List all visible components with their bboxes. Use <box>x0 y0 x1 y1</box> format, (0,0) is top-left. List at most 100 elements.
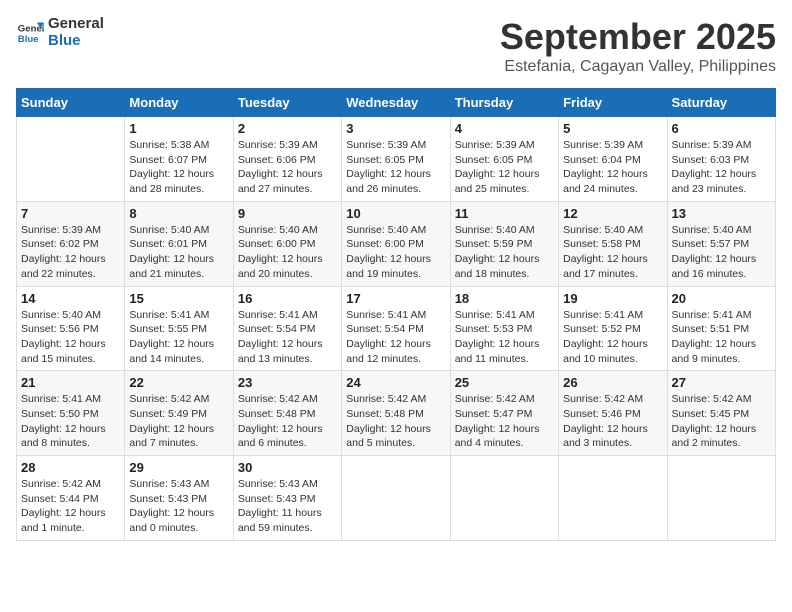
day-number: 25 <box>455 375 554 390</box>
day-number: 30 <box>238 460 337 475</box>
day-number: 14 <box>21 291 120 306</box>
day-cell: 21 Sunrise: 5:41 AMSunset: 5:50 PMDayligh… <box>17 371 125 456</box>
day-info: Sunrise: 5:40 AMSunset: 5:56 PMDaylight:… <box>21 308 120 367</box>
day-number: 2 <box>238 121 337 136</box>
day-info: Sunrise: 5:41 AMSunset: 5:50 PMDaylight:… <box>21 392 120 451</box>
calendar-table: SundayMondayTuesdayWednesdayThursdayFrid… <box>16 88 776 541</box>
day-cell: 10 Sunrise: 5:40 AMSunset: 6:00 PMDayligh… <box>342 201 450 286</box>
day-cell <box>667 456 775 541</box>
day-cell: 18 Sunrise: 5:41 AMSunset: 5:53 PMDayligh… <box>450 286 558 371</box>
day-number: 3 <box>346 121 445 136</box>
day-cell: 9 Sunrise: 5:40 AMSunset: 6:00 PMDaylight… <box>233 201 341 286</box>
day-number: 16 <box>238 291 337 306</box>
day-number: 8 <box>129 206 228 221</box>
day-info: Sunrise: 5:40 AMSunset: 6:00 PMDaylight:… <box>346 223 445 282</box>
day-cell: 11 Sunrise: 5:40 AMSunset: 5:59 PMDayligh… <box>450 201 558 286</box>
day-info: Sunrise: 5:38 AMSunset: 6:07 PMDaylight:… <box>129 138 228 197</box>
day-info: Sunrise: 5:41 AMSunset: 5:55 PMDaylight:… <box>129 308 228 367</box>
day-number: 19 <box>563 291 662 306</box>
day-number: 12 <box>563 206 662 221</box>
day-number: 11 <box>455 206 554 221</box>
day-cell: 12 Sunrise: 5:40 AMSunset: 5:58 PMDayligh… <box>559 201 667 286</box>
day-cell: 19 Sunrise: 5:41 AMSunset: 5:52 PMDayligh… <box>559 286 667 371</box>
day-number: 18 <box>455 291 554 306</box>
day-info: Sunrise: 5:41 AMSunset: 5:54 PMDaylight:… <box>346 308 445 367</box>
day-info: Sunrise: 5:39 AMSunset: 6:03 PMDaylight:… <box>672 138 771 197</box>
day-info: Sunrise: 5:39 AMSunset: 6:06 PMDaylight:… <box>238 138 337 197</box>
weekday-header-saturday: Saturday <box>667 89 775 117</box>
day-cell: 1 Sunrise: 5:38 AMSunset: 6:07 PMDaylight… <box>125 117 233 202</box>
day-number: 22 <box>129 375 228 390</box>
weekday-header-thursday: Thursday <box>450 89 558 117</box>
day-cell: 30 Sunrise: 5:43 AMSunset: 5:43 PMDayligh… <box>233 456 341 541</box>
day-number: 13 <box>672 206 771 221</box>
day-number: 28 <box>21 460 120 475</box>
day-number: 7 <box>21 206 120 221</box>
day-info: Sunrise: 5:43 AMSunset: 5:43 PMDaylight:… <box>129 477 228 536</box>
day-number: 24 <box>346 375 445 390</box>
main-title: September 2025 <box>500 16 776 58</box>
logo-line1: General <box>48 16 104 33</box>
day-number: 9 <box>238 206 337 221</box>
logo: General Blue General Blue <box>16 16 104 49</box>
day-cell: 26Sunrise: 5:42 AMSunset: 5:46 PMDayligh… <box>559 371 667 456</box>
day-number: 21 <box>21 375 120 390</box>
day-number: 15 <box>129 291 228 306</box>
week-row-1: 1 Sunrise: 5:38 AMSunset: 6:07 PMDaylight… <box>17 117 776 202</box>
header: General Blue General Blue September 2025… <box>16 16 776 76</box>
day-cell: 16 Sunrise: 5:41 AMSunset: 5:54 PMDayligh… <box>233 286 341 371</box>
day-info: Sunrise: 5:42 AMSunset: 5:48 PMDaylight:… <box>238 392 337 451</box>
logo-line2: Blue <box>48 33 104 50</box>
day-cell: 23 Sunrise: 5:42 AMSunset: 5:48 PMDayligh… <box>233 371 341 456</box>
day-info: Sunrise: 5:41 AMSunset: 5:52 PMDaylight:… <box>563 308 662 367</box>
weekday-header-sunday: Sunday <box>17 89 125 117</box>
day-cell: 15 Sunrise: 5:41 AMSunset: 5:55 PMDayligh… <box>125 286 233 371</box>
day-info: Sunrise: 5:41 AMSunset: 5:53 PMDaylight:… <box>455 308 554 367</box>
weekday-header-tuesday: Tuesday <box>233 89 341 117</box>
day-cell: 17 Sunrise: 5:41 AMSunset: 5:54 PMDayligh… <box>342 286 450 371</box>
svg-text:Blue: Blue <box>18 33 39 44</box>
day-number: 1 <box>129 121 228 136</box>
day-cell: 5Sunrise: 5:39 AMSunset: 6:04 PMDaylight… <box>559 117 667 202</box>
day-cell <box>559 456 667 541</box>
day-info: Sunrise: 5:40 AMSunset: 5:59 PMDaylight:… <box>455 223 554 282</box>
day-cell: 14 Sunrise: 5:40 AMSunset: 5:56 PMDayligh… <box>17 286 125 371</box>
day-cell: 25 Sunrise: 5:42 AMSunset: 5:47 PMDayligh… <box>450 371 558 456</box>
day-cell <box>342 456 450 541</box>
week-row-3: 14 Sunrise: 5:40 AMSunset: 5:56 PMDayligh… <box>17 286 776 371</box>
weekday-header-friday: Friday <box>559 89 667 117</box>
day-cell: 29 Sunrise: 5:43 AMSunset: 5:43 PMDayligh… <box>125 456 233 541</box>
logo-icon: General Blue <box>16 19 44 47</box>
day-info: Sunrise: 5:42 AMSunset: 5:46 PMDaylight:… <box>563 392 662 451</box>
week-row-5: 28 Sunrise: 5:42 AMSunset: 5:44 PMDayligh… <box>17 456 776 541</box>
day-cell: 3 Sunrise: 5:39 AMSunset: 6:05 PMDaylight… <box>342 117 450 202</box>
day-cell <box>450 456 558 541</box>
day-info: Sunrise: 5:42 AMSunset: 5:44 PMDaylight:… <box>21 477 120 536</box>
day-info: Sunrise: 5:40 AMSunset: 6:00 PMDaylight:… <box>238 223 337 282</box>
day-info: Sunrise: 5:42 AMSunset: 5:47 PMDaylight:… <box>455 392 554 451</box>
day-number: 10 <box>346 206 445 221</box>
day-info: Sunrise: 5:41 AMSunset: 5:54 PMDaylight:… <box>238 308 337 367</box>
day-info: Sunrise: 5:40 AMSunset: 5:58 PMDaylight:… <box>563 223 662 282</box>
title-area: September 2025 Estefania, Cagayan Valley… <box>500 16 776 76</box>
day-number: 27 <box>672 375 771 390</box>
day-info: Sunrise: 5:39 AMSunset: 6:05 PMDaylight:… <box>346 138 445 197</box>
day-number: 23 <box>238 375 337 390</box>
day-number: 5 <box>563 121 662 136</box>
day-info: Sunrise: 5:41 AMSunset: 5:51 PMDaylight:… <box>672 308 771 367</box>
week-row-2: 7Sunrise: 5:39 AMSunset: 6:02 PMDaylight… <box>17 201 776 286</box>
subtitle: Estefania, Cagayan Valley, Philippines <box>500 58 776 76</box>
day-number: 20 <box>672 291 771 306</box>
day-cell: 22Sunrise: 5:42 AMSunset: 5:49 PMDayligh… <box>125 371 233 456</box>
day-info: Sunrise: 5:43 AMSunset: 5:43 PMDaylight:… <box>238 477 337 536</box>
day-cell: 8Sunrise: 5:40 AMSunset: 6:01 PMDaylight… <box>125 201 233 286</box>
day-number: 29 <box>129 460 228 475</box>
day-number: 17 <box>346 291 445 306</box>
day-cell: 24Sunrise: 5:42 AMSunset: 5:48 PMDayligh… <box>342 371 450 456</box>
day-cell <box>17 117 125 202</box>
weekday-header-row: SundayMondayTuesdayWednesdayThursdayFrid… <box>17 89 776 117</box>
day-number: 4 <box>455 121 554 136</box>
day-cell: 6Sunrise: 5:39 AMSunset: 6:03 PMDaylight… <box>667 117 775 202</box>
day-cell: 28 Sunrise: 5:42 AMSunset: 5:44 PMDayligh… <box>17 456 125 541</box>
day-info: Sunrise: 5:39 AMSunset: 6:05 PMDaylight:… <box>455 138 554 197</box>
